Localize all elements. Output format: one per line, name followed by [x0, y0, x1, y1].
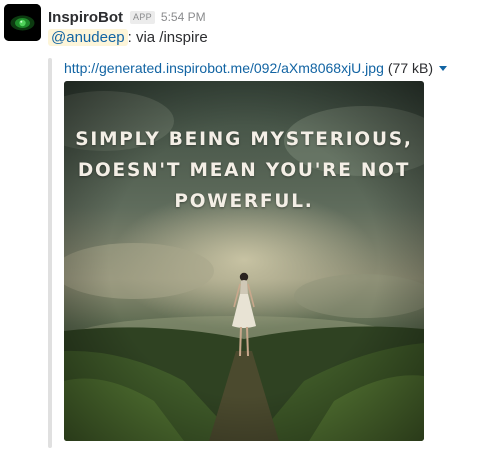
sender-name[interactable]: InspiroBot — [48, 9, 123, 26]
attachment-image[interactable]: SIMPLY BEING MYSTERIOUS, DOESN'T MEAN YO… — [64, 81, 424, 441]
message-body: : via /inspire — [127, 29, 208, 46]
message-header: InspiroBot APP 5:54 PM — [48, 7, 206, 27]
attachment-size: (77 kB) — [387, 60, 433, 76]
attachment-header: http://generated.inspirobot.me/092/aXm80… — [64, 58, 447, 78]
quote-line: POWERFUL. — [174, 191, 314, 212]
user-mention[interactable]: @anudeep — [48, 29, 128, 46]
quote-text: SIMPLY BEING MYSTERIOUS, DOESN'T MEAN YO… — [64, 124, 424, 217]
chevron-down-icon[interactable] — [439, 65, 447, 71]
app-badge: APP — [130, 10, 155, 24]
message: InspiroBot APP 5:54 PM @anudeep: via /in… — [0, 0, 483, 455]
attachment-link[interactable]: http://generated.inspirobot.me/092/aXm80… — [64, 60, 384, 76]
quote-line: SIMPLY BEING MYSTERIOUS, — [75, 129, 413, 150]
inspirobot-avatar-icon[interactable] — [4, 4, 41, 41]
image-attachment: http://generated.inspirobot.me/092/aXm80… — [48, 58, 481, 448]
attachment-border — [48, 58, 52, 448]
message-text: @anudeep: via /inspire — [48, 29, 208, 46]
quote-line: DOESN'T MEAN YOU'RE NOT — [77, 160, 411, 181]
message-timestamp[interactable]: 5:54 PM — [161, 10, 206, 24]
